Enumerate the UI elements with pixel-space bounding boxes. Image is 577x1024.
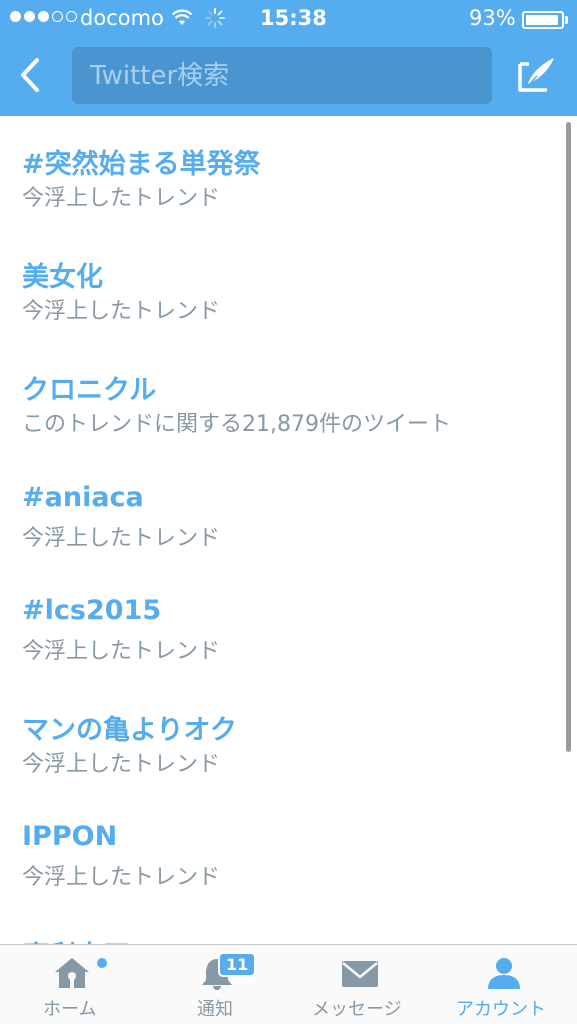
back-button[interactable] [10, 52, 50, 98]
trend-item[interactable]: 美女化 今浮上したトレンド [0, 229, 560, 342]
tab-messages[interactable]: メッセージ [288, 945, 432, 1024]
battery-icon [522, 11, 564, 29]
trend-name: 美女化 [22, 262, 103, 293]
trend-name: マンの亀よりオク [22, 715, 237, 746]
battery-fill [526, 15, 558, 25]
unread-dot [97, 958, 107, 968]
trend-description: 今浮上したトレンド [22, 299, 221, 324]
trend-name: クロニクル [22, 375, 157, 406]
search-box[interactable] [72, 47, 492, 104]
tab-notifications[interactable]: 11 通知 [144, 945, 288, 1024]
signal-strength-icon [10, 11, 77, 22]
trend-name: #突然始まる単発祭 [22, 149, 261, 180]
tab-account[interactable]: アカウント [432, 945, 577, 1024]
trend-description: このトレンドに関する21,879件のツイート [22, 412, 451, 437]
battery-percentage: 93% [469, 6, 516, 30]
scrollbar[interactable] [566, 122, 571, 752]
trend-name: IPPON [22, 821, 118, 852]
trend-item[interactable]: IPPON 今浮上したトレンド [0, 795, 560, 908]
trend-item[interactable]: 魔利支天 [0, 908, 560, 944]
wifi-icon [172, 9, 192, 25]
tab-home[interactable]: ホーム [0, 945, 144, 1024]
trend-name: #lcs2015 [22, 595, 162, 626]
trend-name: 魔利支天 [22, 934, 130, 944]
tab-label: メッセージ [312, 999, 402, 1020]
trend-item[interactable]: #lcs2015 今浮上したトレンド [0, 569, 560, 682]
header: docomo 15:38 93% [0, 0, 577, 116]
tab-label: 通知 [197, 999, 233, 1020]
compose-button[interactable] [514, 52, 560, 98]
trend-description: 今浮上したトレンド [22, 752, 221, 777]
home-icon [55, 958, 89, 988]
tab-label: アカウント [456, 999, 546, 1020]
trend-name: #aniaca [22, 482, 144, 513]
search-input[interactable] [90, 47, 480, 104]
notification-badge: 11 [218, 952, 257, 977]
trend-item[interactable]: #突然始まる単発祭 今浮上したトレンド [0, 116, 560, 229]
trend-description: 今浮上したトレンド [22, 186, 221, 211]
trend-description: 今浮上したトレンド [22, 865, 221, 890]
trend-item[interactable]: クロニクル このトレンドに関する21,879件のツイート [0, 342, 560, 455]
trend-item[interactable]: #aniaca 今浮上したトレンド [0, 456, 560, 569]
clock: 15:38 [260, 6, 327, 30]
battery-nub [565, 16, 568, 24]
carrier-label: docomo [80, 6, 164, 30]
trend-item[interactable]: マンの亀よりオク 今浮上したトレンド [0, 682, 560, 795]
envelope-icon [342, 961, 378, 987]
trend-description: 今浮上したトレンド [22, 639, 221, 664]
person-icon [488, 958, 520, 989]
trend-list: #突然始まる単発祭 今浮上したトレンド 美女化 今浮上したトレンド クロニクル … [0, 116, 577, 944]
compose-quill-icon [518, 58, 554, 92]
tab-bar: ホーム 11 通知 メッセージ アカウント [0, 944, 577, 1024]
tab-label: ホーム [43, 999, 97, 1020]
trend-description: 今浮上したトレンド [22, 526, 221, 551]
chevron-left-icon [21, 58, 39, 92]
loading-spinner-icon [205, 8, 225, 28]
status-bar: docomo 15:38 93% [0, 0, 577, 40]
